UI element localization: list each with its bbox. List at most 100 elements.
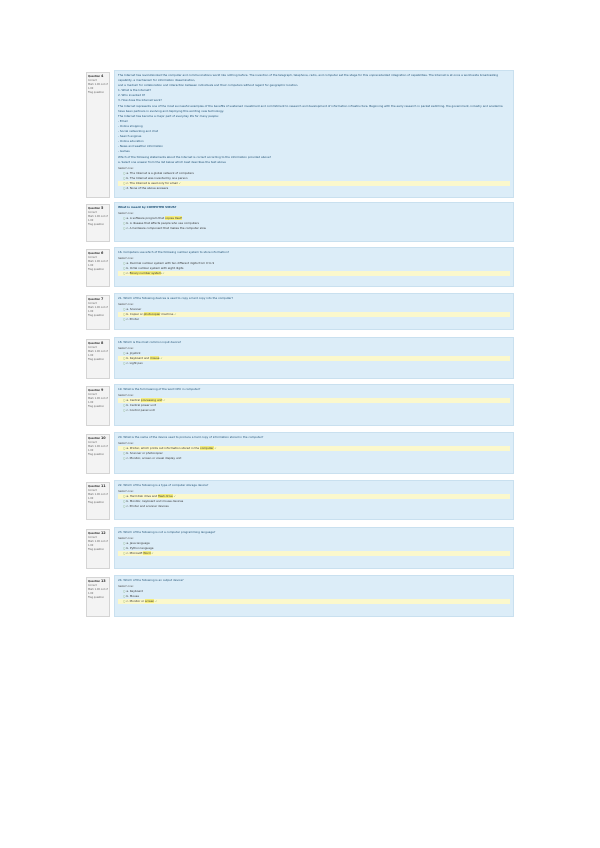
answer-highlight: Binary number system — [129, 271, 162, 275]
question-text: The Internet has revolutionized the comp… — [118, 73, 499, 82]
flag-question-link[interactable]: Flag question — [88, 453, 108, 457]
answer-letter: c. — [126, 599, 129, 603]
answer-option[interactable]: ○ c. Binary number system ✓ — [118, 271, 510, 276]
question-info: Question 13 Correct Mark 1.00 out of 1.00 F… — [86, 577, 110, 617]
answer-letter: a. — [126, 589, 129, 593]
answer-option[interactable]: ○ c. A hardware component that makes the… — [118, 226, 510, 231]
flag-question-link[interactable]: Flag question — [88, 314, 108, 318]
question-label: Question — [88, 252, 101, 255]
answer-option[interactable]: ○ c. Printer and scanner devices — [118, 504, 510, 509]
answer-letter: b. — [126, 499, 130, 503]
answer-letter: c. — [126, 361, 129, 365]
answer-letter: a. — [126, 216, 129, 220]
check-icon: ✓ — [154, 599, 158, 603]
question-num: 4 — [100, 74, 104, 78]
answer-letter: a. — [126, 494, 129, 498]
flag-question-link[interactable]: Flag question — [88, 596, 108, 600]
answer-text: Monitor, screen or visual display unit — [129, 456, 182, 460]
question-block: Question 13 Correct Mark 1.00 out of 1.00 F… — [86, 575, 514, 617]
question-points: Mark 1.00 out of 1.00 — [88, 397, 108, 404]
check-icon: ✓ — [161, 271, 165, 275]
answer-option[interactable]: ○ c. Printer — [118, 317, 510, 322]
answer-letter: a. — [126, 171, 129, 175]
answer-text: Keyboard and mouse — [129, 356, 160, 360]
check-icon: ✓ — [159, 356, 163, 360]
answer-letter: b. — [126, 356, 130, 360]
question-points: Mark 1.00 out of 1.00 — [88, 540, 108, 547]
answer-option[interactable]: ○ c. Control panel unit — [118, 408, 510, 413]
flag-question-link[interactable]: Flag question — [88, 91, 108, 95]
answer-letter: c. — [126, 181, 129, 185]
question-label: Question — [88, 532, 101, 535]
question-content: 21. Which of the following devices is us… — [114, 293, 514, 330]
question-points: Mark 1.00 out of 1.00 — [88, 493, 108, 500]
answer-letter: d. — [126, 186, 130, 190]
flag-question-link[interactable]: Flag question — [88, 501, 108, 505]
question-num: 6 — [100, 251, 104, 255]
question-text: 20. What is the name of the device used … — [118, 435, 264, 439]
question-num: 12 — [100, 531, 106, 535]
answer-text: Java language — [129, 541, 150, 545]
answer-text: Monitor or screen — [129, 599, 155, 603]
answer-text: Central power unit — [129, 403, 156, 407]
question-label: Question — [88, 389, 101, 392]
flag-question-link[interactable]: Flag question — [88, 358, 108, 362]
answer-text: Monitor, keyboard and mouse devices — [129, 499, 184, 503]
answer-highlight: photocopier — [143, 312, 161, 316]
flag-question-link[interactable]: Flag question — [88, 223, 108, 227]
answer-highlight: flash drive — [158, 494, 173, 498]
question-num: 8 — [100, 341, 104, 345]
question-block: Question 6 Correct Mark 1.00 out of 1.00 Fl… — [86, 247, 514, 287]
question-text: What is meant by COMPUTER VIRUS? — [118, 205, 177, 209]
answer-highlight: Word — [143, 551, 151, 555]
passage-line: - Games — [118, 149, 130, 153]
answer-highlight: screen — [144, 599, 155, 603]
question-info: Question 7 Correct Mark 1.00 out of 1.00 Fl… — [86, 295, 110, 330]
answer-highlight: copies itself — [164, 216, 182, 220]
question-text: 19. What is the full meaning of the word… — [118, 387, 201, 391]
question-block: Question 11 Correct Mark 1.00 out of 1.00 F… — [86, 480, 514, 520]
question-num: 13 — [100, 579, 106, 583]
answer-letter: b. — [126, 594, 130, 598]
question-points: Mark 1.00 out of 1.00 — [88, 445, 108, 452]
question-points: Mark 1.00 out of 1.00 — [88, 588, 108, 595]
answer-letter: b. — [126, 312, 130, 316]
question-block: Question 4 Correct Mark 1.00 out of 1.00 Fl… — [86, 70, 514, 198]
check-icon: ✓ — [213, 446, 217, 450]
answer-text: Scanner or photocopier — [129, 451, 163, 455]
answer-text: A hardware component that makes the comp… — [129, 226, 206, 230]
answer-letter: a. — [126, 446, 129, 450]
question-label: Question — [88, 298, 101, 301]
flag-question-link[interactable]: Flag question — [88, 405, 108, 409]
question-num: 5 — [100, 206, 104, 210]
passage-block: The Internet represents one of the most … — [118, 104, 510, 154]
answer-text: A disease that affects people who use co… — [129, 221, 199, 225]
question-points: Mark 1.00 out of 1.00 — [88, 83, 108, 90]
answer-text: Control panel unit — [129, 408, 155, 412]
flag-question-link[interactable]: Flag question — [88, 548, 108, 552]
answer-option[interactable]: ○ d. None of the above answers — [118, 186, 510, 191]
question-info: Question 6 Correct Mark 1.00 out of 1.00 Fl… — [86, 249, 110, 287]
question-info: Question 10 Correct Mark 1.00 out of 1.00 F… — [86, 434, 110, 474]
question-num: 7 — [100, 297, 104, 301]
flag-question-link[interactable]: Flag question — [88, 268, 108, 272]
answer-text: Central processing unit — [129, 398, 163, 402]
question-label: Question — [88, 485, 101, 488]
answer-option[interactable]: ○ c. Light pen — [118, 361, 510, 366]
answer-option[interactable]: ○ c. Monitor, screen or visual display u… — [118, 456, 510, 461]
answer-text: Decimal number system with ten different… — [129, 261, 215, 265]
answer-letter: b. — [126, 546, 130, 550]
answer-text: Light pen — [129, 361, 143, 365]
answer-option[interactable]: ○ c. Monitor or screen ✓ — [118, 599, 510, 604]
answer-letter: b. — [126, 403, 130, 407]
question-content: 20. What is the name of the device used … — [114, 432, 514, 474]
answer-letter: c. — [126, 504, 129, 508]
question-text: 21. Which of the following devices is us… — [118, 296, 234, 300]
answer-option[interactable]: ○ c. Microsoft Word ✓ — [118, 551, 510, 556]
answer-letter: c. — [126, 551, 129, 555]
question-content: 16. Computers use which of the following… — [114, 247, 514, 287]
question-block: Question 12 Correct Mark 1.00 out of 1.00 F… — [86, 527, 514, 569]
question-text: 16. Computers use which of the following… — [118, 250, 230, 254]
question-content: 23. Which of the following is not a comp… — [114, 527, 514, 569]
question-label: Question — [88, 207, 101, 210]
